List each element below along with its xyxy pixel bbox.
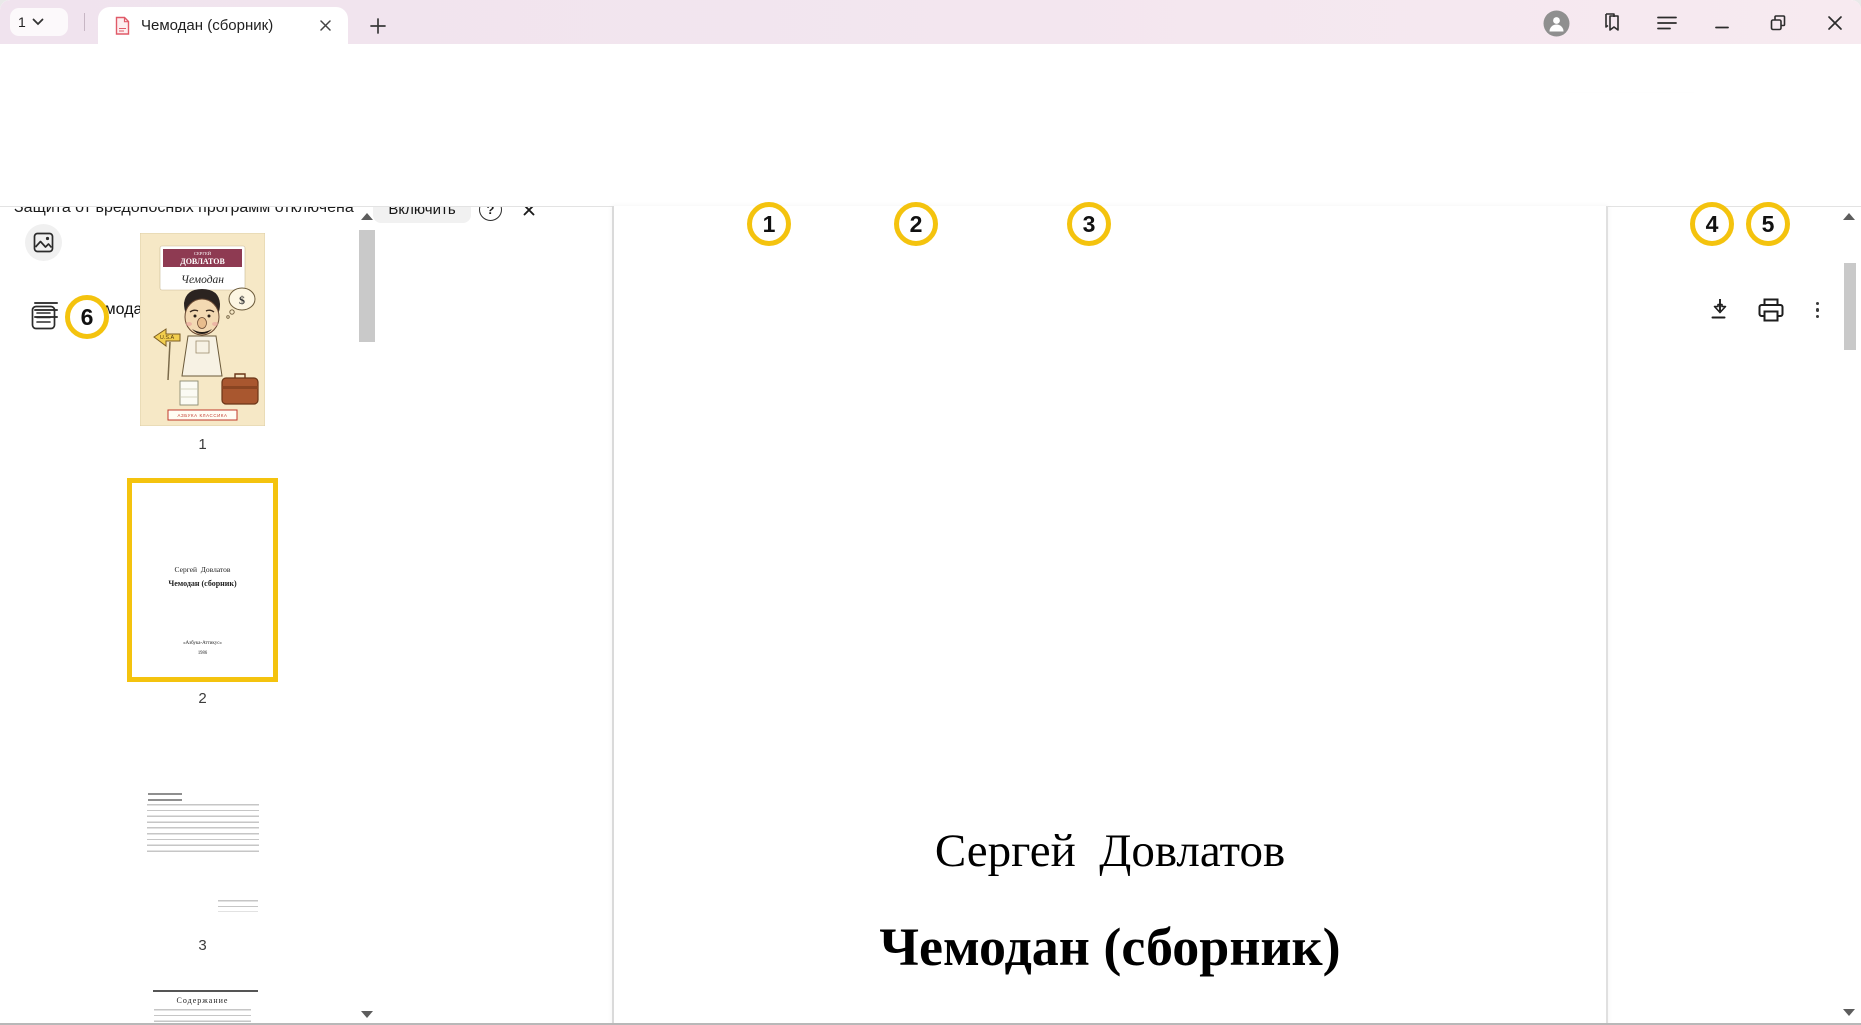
sidebar-scrollbar-thumb[interactable] (359, 230, 375, 342)
pdf-viewer-toolbar: Чемодан (сборник) 2 / 21 − 100% + (0, 140, 1861, 207)
scroll-down-arrow[interactable] (1843, 1009, 1855, 1016)
callout-1: 1 (747, 202, 791, 246)
svg-text:U.S.A: U.S.A (160, 335, 175, 341)
main-scrollbar-thumb[interactable] (1844, 263, 1856, 350)
thumb4-rule (153, 990, 258, 992)
main-scrollbar[interactable] (1840, 206, 1859, 1025)
pdf-file-icon (114, 16, 131, 36)
callout-6: 6 (65, 295, 109, 339)
chevron-down-icon (32, 18, 44, 26)
contents-list-icon (31, 305, 56, 330)
thumb2-year: 1986 (162, 650, 244, 655)
close-icon (1827, 15, 1843, 31)
tab-separator (84, 13, 85, 31)
minimize-icon (1714, 15, 1730, 31)
minimize-button[interactable] (1707, 8, 1737, 38)
thumbnail-page-3[interactable] (140, 788, 265, 940)
page-author-text: Сергей Довлатов (614, 824, 1606, 878)
scroll-up-arrow[interactable] (361, 213, 373, 220)
tab-strip: 1 Чемодан (сборник) (0, 0, 1861, 44)
svg-text:СЕРГЕЙ: СЕРГЕЙ (194, 251, 212, 256)
browser-window: 1 Чемодан (сборник) (0, 0, 1861, 1025)
thumb3-paragraph-lines (147, 804, 259, 854)
tab-counter-button[interactable]: 1 (10, 8, 68, 36)
tab-counter-label: 1 (18, 14, 26, 30)
thumbnail-page-2-selected[interactable]: Сергей Довлатов Чемодан (сборник) «Азбук… (127, 478, 278, 682)
bookmarks-collections-icon (1600, 11, 1624, 35)
thumb3-heading-lines (148, 793, 182, 801)
protect-warning-bar: Защита от вредоносных программ отключена… (0, 93, 1861, 141)
pictures-icon (33, 232, 54, 253)
thumb2-publisher: «Азбука-Аттикус» (159, 640, 246, 646)
thumbnail-label-1[interactable]: 1 (140, 436, 265, 453)
page-title-text: Чемодан (сборник) (614, 916, 1606, 978)
thumb2-author: Сергей Довлатов (132, 565, 273, 574)
svg-text:$: $ (239, 293, 245, 307)
restore-icon (1769, 14, 1787, 32)
restore-window-button[interactable] (1763, 8, 1793, 38)
tab-title: Чемодан (сборник) (141, 17, 304, 34)
callout-3: 3 (1067, 202, 1111, 246)
active-tab[interactable]: Чемодан (сборник) (98, 7, 348, 44)
thumbnails-view-button[interactable] (25, 224, 62, 261)
thumbnail-page-4-partial[interactable]: Содержание (140, 985, 265, 1025)
download-icon (1709, 297, 1731, 323)
profile-avatar-button[interactable] (1541, 8, 1571, 38)
svg-text:Чемодан: Чемодан (181, 274, 224, 286)
thumb3-copyright-lines (218, 900, 258, 912)
thumbnail-label-2[interactable]: 2 (127, 690, 278, 707)
sidebar-scrollbar[interactable] (358, 206, 376, 1025)
thumb2-title: Чемодан (сборник) (132, 579, 273, 588)
collections-button[interactable] (1597, 8, 1627, 38)
thumbnail-label-3[interactable]: 3 (140, 937, 265, 954)
browser-menu-button[interactable] (1652, 8, 1682, 38)
thumbnail-page-1[interactable]: СЕРГЕЙ ДОВЛАТОВ Чемодан $ U.S.A (140, 233, 265, 426)
print-file-button[interactable] (1756, 295, 1786, 325)
thumb4-heading: Содержание (140, 996, 265, 1005)
outline-view-button[interactable] (31, 305, 56, 330)
callout-2: 2 (894, 202, 938, 246)
pdf-page[interactable]: Сергей Довлатов Чемодан (сборник) (612, 206, 1608, 1025)
callout-4: 4 (1690, 202, 1734, 246)
thumb4-toc-lines (154, 1009, 251, 1025)
address-bar: Я file:///C:/Users/User/Downloads/Чемода… (0, 44, 1861, 94)
close-icon (320, 20, 331, 31)
pdf-more-options-button[interactable] (1816, 298, 1819, 322)
scroll-up-arrow[interactable] (1843, 213, 1855, 220)
scroll-down-arrow[interactable] (361, 1011, 373, 1018)
callout-5: 5 (1746, 202, 1790, 246)
menu-icon (1657, 16, 1677, 30)
close-window-button[interactable] (1820, 8, 1850, 38)
book-cover-art: СЕРГЕЙ ДОВЛАТОВ Чемодан $ U.S.A (140, 233, 265, 426)
download-file-button[interactable] (1705, 295, 1735, 325)
user-avatar-icon (1543, 10, 1570, 37)
new-tab-button[interactable] (362, 10, 394, 42)
plus-icon (370, 18, 386, 34)
tab-close-button[interactable] (314, 15, 336, 37)
svg-text:ДОВЛАТОВ: ДОВЛАТОВ (180, 257, 225, 266)
printer-icon (1757, 297, 1785, 323)
svg-text:АЗБУКА КЛАССИКА: АЗБУКА КЛАССИКА (177, 413, 227, 418)
